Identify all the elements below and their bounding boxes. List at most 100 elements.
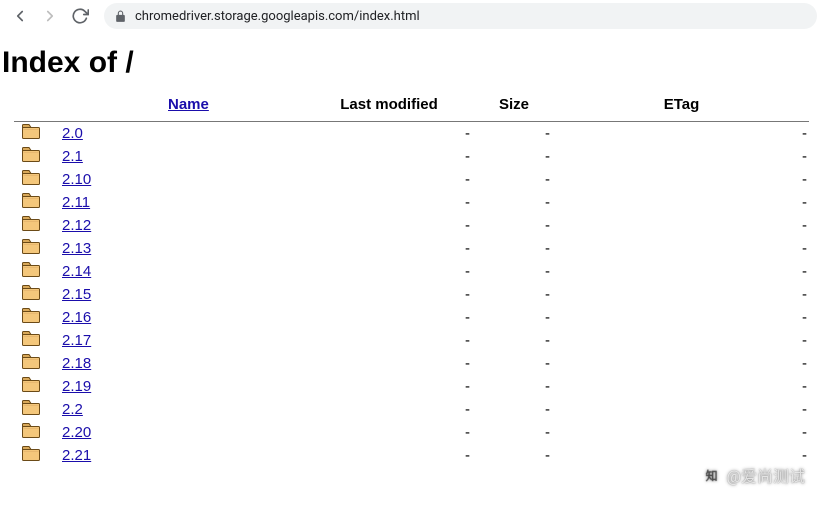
entry-link[interactable]: 2.19	[62, 378, 91, 395]
entry-last-modified: -	[304, 444, 474, 467]
url-text: chromedriver.storage.googleapis.com/inde…	[135, 9, 420, 24]
header-row: Name Last modified Size ETag	[14, 90, 809, 122]
entry-link[interactable]: 2.1	[62, 148, 83, 165]
header-icon	[14, 90, 44, 122]
folder-icon	[14, 444, 44, 467]
back-button[interactable]	[6, 2, 34, 30]
lock-icon	[114, 10, 127, 23]
folder-icon	[14, 122, 44, 146]
table-row: 2.20---	[14, 421, 809, 444]
entry-etag: -	[554, 398, 809, 421]
entry-size: -	[474, 145, 554, 168]
entry-size: -	[474, 444, 554, 467]
entry-size: -	[474, 237, 554, 260]
entry-last-modified: -	[304, 352, 474, 375]
table-row: 2.21---	[14, 444, 809, 467]
entry-link[interactable]: 2.11	[62, 194, 90, 211]
table-row: 2.16---	[14, 306, 809, 329]
entry-last-modified: -	[304, 306, 474, 329]
entry-link[interactable]: 2.20	[62, 424, 91, 441]
entry-size: -	[474, 306, 554, 329]
entry-link[interactable]: 2.15	[62, 286, 91, 303]
entry-last-modified: -	[304, 237, 474, 260]
reload-button[interactable]	[66, 2, 94, 30]
entry-etag: -	[554, 375, 809, 398]
entry-size: -	[474, 375, 554, 398]
entry-size: -	[474, 329, 554, 352]
entry-link[interactable]: 2.16	[62, 309, 91, 326]
forward-button[interactable]	[36, 2, 64, 30]
zhihu-icon: 知	[703, 466, 721, 484]
entry-size: -	[474, 214, 554, 237]
watermark-text: @爱尚测试	[727, 463, 805, 487]
header-etag: ETag	[554, 90, 809, 122]
entry-last-modified: -	[304, 145, 474, 168]
entry-link[interactable]: 2.18	[62, 355, 91, 372]
folder-icon	[14, 191, 44, 214]
page-content: Index of / Name Last modified Size ETag …	[0, 32, 823, 467]
table-row: 2.2---	[14, 398, 809, 421]
folder-icon	[14, 145, 44, 168]
table-row: 2.12---	[14, 214, 809, 237]
table-row: 2.13---	[14, 237, 809, 260]
table-row: 2.10---	[14, 168, 809, 191]
entry-link[interactable]: 2.17	[62, 332, 91, 349]
entry-link[interactable]: 2.13	[62, 240, 91, 257]
table-row: 2.19---	[14, 375, 809, 398]
entry-last-modified: -	[304, 214, 474, 237]
folder-icon	[14, 306, 44, 329]
table-row: 2.0---	[14, 122, 809, 146]
entry-etag: -	[554, 214, 809, 237]
entry-last-modified: -	[304, 375, 474, 398]
entry-etag: -	[554, 329, 809, 352]
entry-etag: -	[554, 168, 809, 191]
entry-last-modified: -	[304, 260, 474, 283]
entry-last-modified: -	[304, 421, 474, 444]
entry-link[interactable]: 2.21	[62, 447, 91, 464]
entry-last-modified: -	[304, 283, 474, 306]
folder-icon	[14, 168, 44, 191]
entry-size: -	[474, 168, 554, 191]
sort-by-name[interactable]: Name	[168, 96, 209, 113]
folder-icon	[14, 398, 44, 421]
entry-etag: -	[554, 191, 809, 214]
table-row: 2.15---	[14, 283, 809, 306]
entry-last-modified: -	[304, 191, 474, 214]
entry-etag: -	[554, 283, 809, 306]
entry-etag: -	[554, 122, 809, 146]
entry-size: -	[474, 122, 554, 146]
folder-icon	[14, 283, 44, 306]
browser-toolbar: chromedriver.storage.googleapis.com/inde…	[0, 0, 823, 32]
header-name: Name	[44, 90, 304, 122]
entry-size: -	[474, 260, 554, 283]
entry-link[interactable]: 2.0	[62, 125, 83, 142]
directory-listing: Name Last modified Size ETag 2.0---2.1--…	[0, 90, 823, 467]
entry-etag: -	[554, 306, 809, 329]
header-last-modified: Last modified	[304, 90, 474, 122]
entry-size: -	[474, 398, 554, 421]
entry-last-modified: -	[304, 398, 474, 421]
folder-icon	[14, 260, 44, 283]
address-bar[interactable]: chromedriver.storage.googleapis.com/inde…	[104, 3, 817, 29]
entry-last-modified: -	[304, 168, 474, 191]
header-size: Size	[474, 90, 554, 122]
table-row: 2.18---	[14, 352, 809, 375]
folder-icon	[14, 329, 44, 352]
table-row: 2.11---	[14, 191, 809, 214]
entry-link[interactable]: 2.14	[62, 263, 91, 280]
entry-size: -	[474, 352, 554, 375]
entry-size: -	[474, 283, 554, 306]
folder-icon	[14, 375, 44, 398]
entry-link[interactable]: 2.2	[62, 401, 83, 418]
entry-link[interactable]: 2.10	[62, 171, 91, 188]
entry-etag: -	[554, 237, 809, 260]
entry-etag: -	[554, 145, 809, 168]
entry-link[interactable]: 2.12	[62, 217, 91, 234]
page-title: Index of /	[2, 46, 823, 80]
entry-etag: -	[554, 260, 809, 283]
folder-icon	[14, 237, 44, 260]
folder-icon	[14, 352, 44, 375]
table-row: 2.17---	[14, 329, 809, 352]
folder-icon	[14, 421, 44, 444]
table-row: 2.1---	[14, 145, 809, 168]
